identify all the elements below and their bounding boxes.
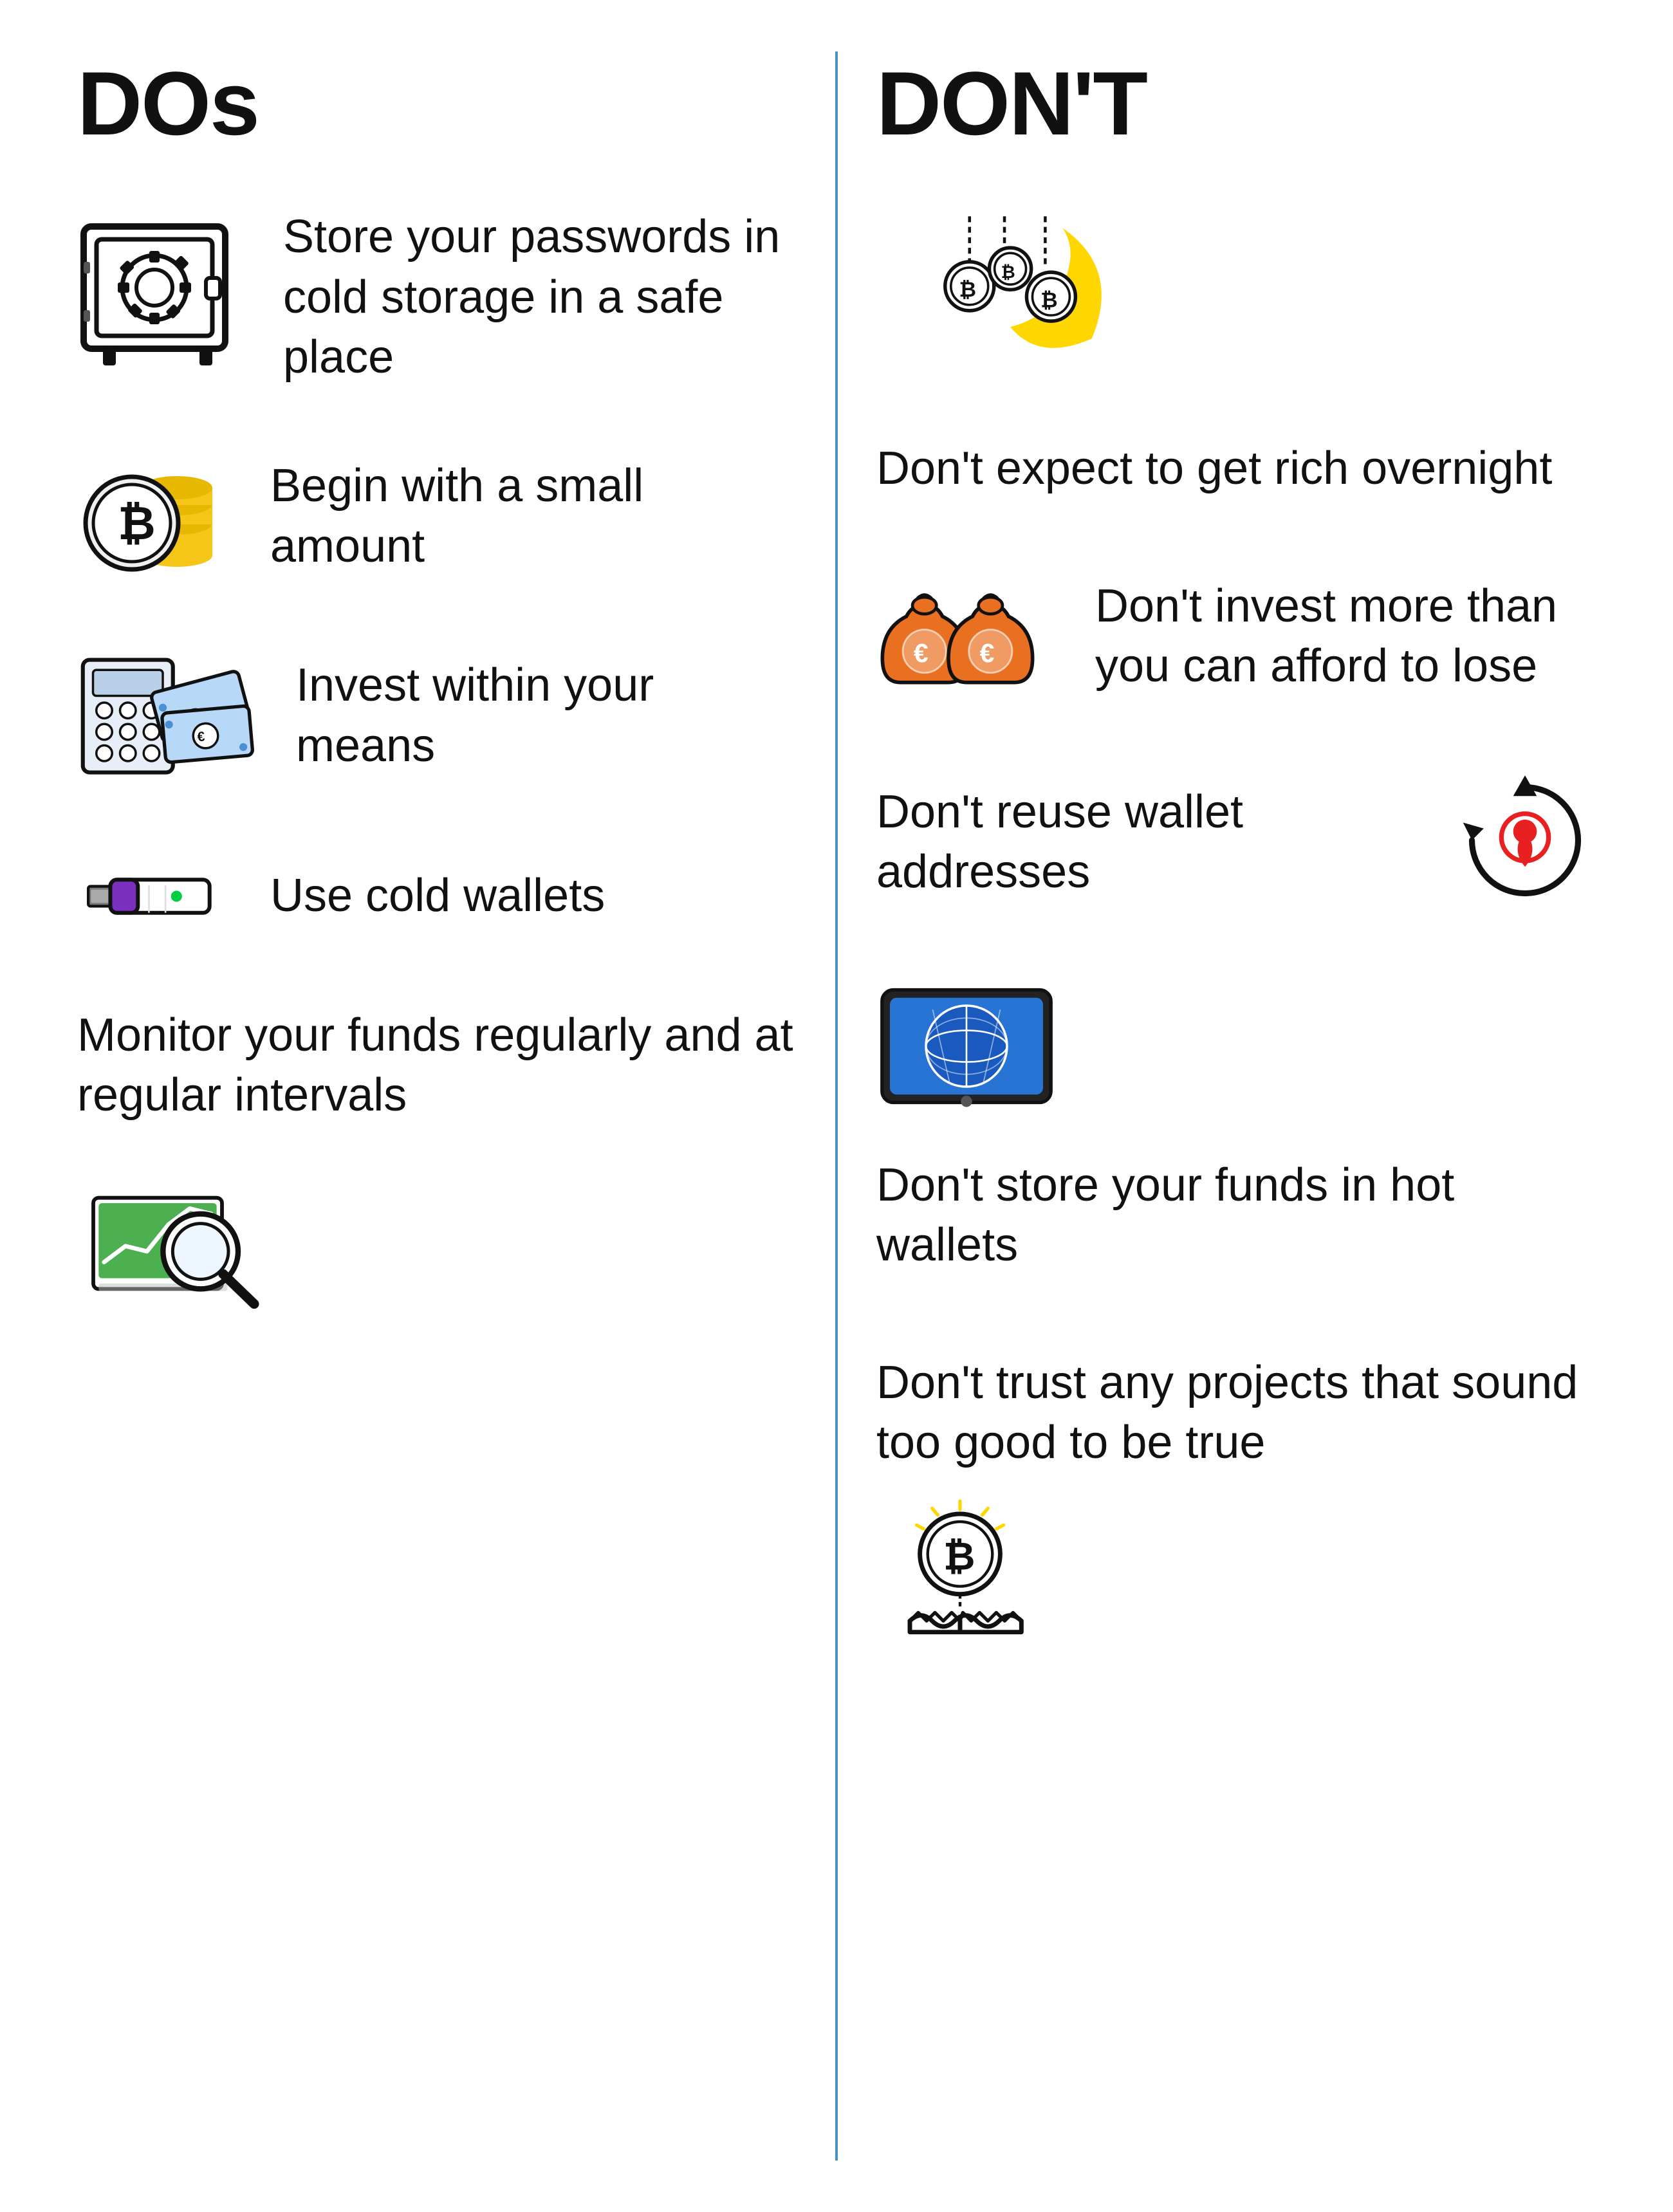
main-container: DOs — [0, 0, 1673, 2212]
dont-item-hot-wallets-text: Don't store your funds in hot wallets — [876, 1143, 1596, 1276]
dos-item-monitor-text: Monitor your funds regularly and at regu… — [77, 1006, 797, 1126]
dos-item-cold-wallets-text: Use cold wallets — [270, 866, 605, 926]
svg-text:€: € — [980, 638, 995, 668]
dos-item-monitor: Monitor your funds regularly and at regu… — [77, 1006, 797, 1319]
svg-text:₿: ₿ — [118, 498, 156, 549]
svg-text:₿: ₿ — [959, 278, 976, 301]
dos-item-store-passwords-text: Store your passwords in cold storage in … — [283, 207, 797, 388]
usb-icon — [77, 851, 232, 941]
dos-title: DOs — [77, 51, 797, 156]
svg-text:₿: ₿ — [1001, 262, 1015, 282]
calculator-icon: € € — [77, 645, 257, 787]
dont-item-hot-wallets: Don't store your funds in hot wallets — [876, 975, 1596, 1276]
moon-bitcoin-icon: ₿ ₿ ₿ — [876, 207, 1121, 400]
svg-text:€: € — [197, 729, 206, 744]
dont-item-invest-more-text: Don't invest more than you can afford to… — [1095, 564, 1596, 697]
money-bags-icon: € € — [876, 564, 1057, 705]
svg-text:₿: ₿ — [943, 1535, 975, 1578]
dos-item-small-amount-text: Begin with a small amount — [270, 456, 797, 576]
dont-item-invest-more: € € Don't invest more than you can affor… — [876, 564, 1596, 705]
dos-item-small-amount: ₿ Begin with a small amount — [77, 452, 797, 581]
dont-item-too-good: Don't trust any projects that sound too … — [876, 1340, 1596, 1654]
svg-text:₿: ₿ — [1040, 288, 1058, 311]
donts-title: DON'T — [876, 51, 1596, 156]
dos-item-cold-wallets: Use cold wallets — [77, 851, 797, 941]
dos-item-invest-means: € € Invest within your means — [77, 645, 797, 787]
dont-item-rich-overnight-text: Don't expect to get rich overnight — [876, 426, 1552, 499]
bitcoin-coins-icon: ₿ — [77, 452, 232, 581]
dont-item-too-good-text: Don't trust any projects that sound too … — [876, 1340, 1596, 1473]
tablet-globe-icon — [876, 975, 1057, 1117]
dont-item-reuse-wallet: Don't reuse wallet addresses — [876, 770, 1596, 911]
dos-item-store-passwords: Store your passwords in cold storage in … — [77, 207, 797, 388]
safe-icon — [77, 220, 245, 374]
donts-column: DON'T ₿ ₿ — [838, 51, 1634, 2161]
dos-item-invest-means-text: Invest within your means — [296, 656, 797, 776]
dont-item-rich-overnight: ₿ ₿ ₿ Don't expect to get rich overnight — [876, 207, 1596, 499]
dos-column: DOs — [39, 51, 835, 2161]
bitcoin-trap-icon: ₿ — [876, 1499, 1044, 1654]
location-refresh-icon — [1454, 770, 1596, 911]
dont-item-reuse-wallet-text: Don't reuse wallet addresses — [876, 770, 1416, 903]
chart-magnifier-icon — [77, 1152, 270, 1319]
svg-text:€: € — [914, 638, 929, 668]
